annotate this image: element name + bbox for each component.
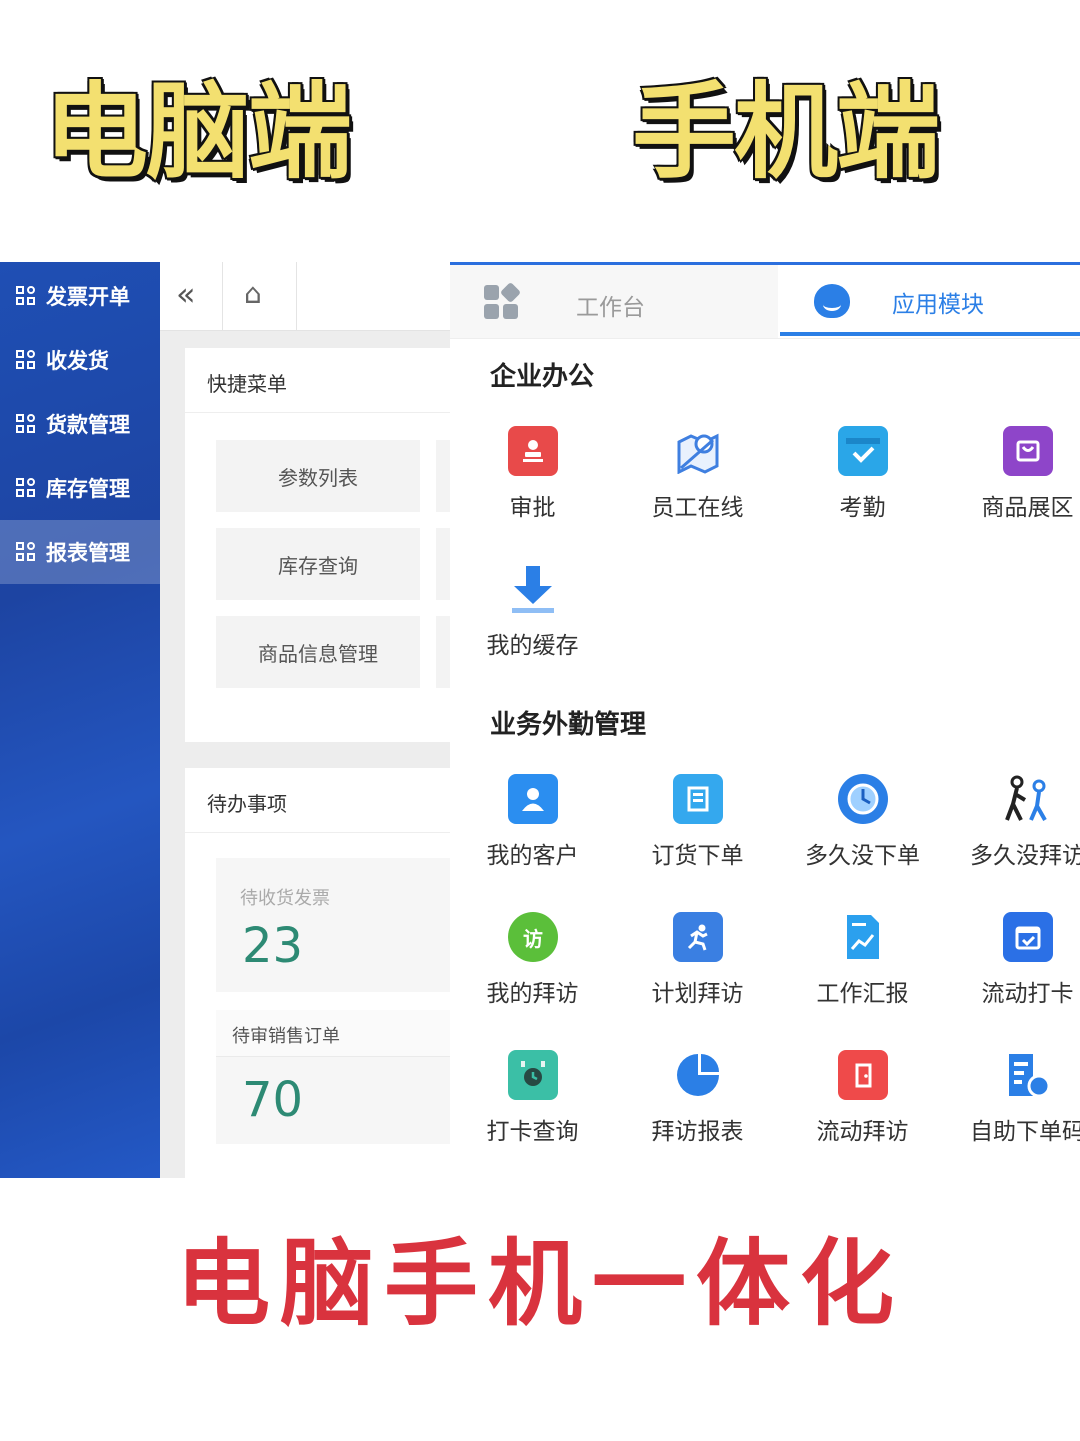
sidebar-item-payment[interactable]: 货款管理 [0, 392, 160, 456]
app-approval[interactable]: 审批 [450, 426, 615, 546]
mobile-screenshot: 工作台 应用模块 企业办公 审批 员工在线 考勤 商品展区 我的缓存 业务外勤管… [450, 262, 1080, 1178]
todo-count: 23 [242, 918, 304, 974]
home-icon[interactable]: ⌂ [244, 280, 262, 308]
runner-icon [673, 912, 723, 962]
app-product-showcase[interactable]: 商品展区 [945, 426, 1080, 546]
download-icon [508, 564, 558, 614]
stamp-icon [508, 426, 558, 476]
sidebar-item-label: 报表管理 [46, 541, 130, 565]
mobile-heading: 手机端 [632, 71, 940, 193]
quick-menu-button[interactable]: 商品信息管理 [216, 616, 420, 688]
todo-label: 待收货发票 [240, 888, 330, 909]
app-my-cache[interactable]: 我的缓存 [450, 564, 615, 684]
app-self-order-code[interactable]: 自助下单码 [945, 1050, 1080, 1170]
todo-count: 70 [242, 1072, 304, 1128]
sidebar-item-shipping[interactable]: 收发货 [0, 328, 160, 392]
order-doc-icon [673, 774, 723, 824]
sidebar-item-reports[interactable]: 报表管理 [0, 520, 160, 584]
calendar-check-icon [838, 426, 888, 476]
desktop-topbar: « ⌂ [160, 262, 450, 331]
tab-label: 工作台 [576, 295, 645, 321]
todo-label: 待审销售订单 [232, 1026, 340, 1047]
todo-item[interactable]: 待收货发票 23 [216, 858, 450, 992]
desktop-screenshot: 发票开单 收发货 货款管理 库存管理 报表管理 « ⌂ 快捷菜单 参数列表 库存… [0, 262, 450, 1178]
qr-order-icon [1003, 1050, 1053, 1100]
alarm-clock-icon [508, 1050, 558, 1100]
app-staff-online[interactable]: 员工在线 [615, 426, 780, 546]
sidebar-item-label: 发票开单 [46, 285, 130, 309]
calendar-checkin-icon [1003, 912, 1053, 962]
app-mobile-checkin[interactable]: 流动打卡 [945, 912, 1080, 1032]
sidebar-item-label: 货款管理 [46, 413, 130, 437]
todo-card: 待办事项 待收货发票 23 待审销售订单 70 [185, 768, 450, 1178]
card-title: 快捷菜单 [207, 372, 287, 396]
visit-badge-icon: 访 [508, 912, 558, 962]
double-chevron-left-icon[interactable]: « [176, 278, 196, 310]
quick-menu-card: 快捷菜单 参数列表 库存查询 商品信息管理 [185, 348, 450, 742]
tab-app-modules[interactable]: 应用模块 [892, 285, 984, 319]
section-title: 业务外勤管理 [490, 710, 647, 740]
app-no-visit-since[interactable]: 多久没拜访 [945, 774, 1080, 894]
card-title: 待办事项 [207, 792, 287, 816]
walking-people-icon [1003, 774, 1053, 824]
sidebar: 发票开单 收发货 货款管理 库存管理 报表管理 [0, 262, 160, 1178]
report-chart-icon [838, 912, 888, 962]
door-icon [838, 1050, 888, 1100]
section-title: 企业办公 [490, 362, 595, 392]
pie-chart-icon [673, 1050, 723, 1100]
clock-icon [838, 774, 888, 824]
app-mobile-visit[interactable]: 流动拜访 [780, 1050, 945, 1170]
mobile-tab-bar: 工作台 应用模块 [450, 262, 1080, 339]
grid-icon [16, 478, 36, 498]
grid-icon [16, 414, 36, 434]
grid-icon [16, 542, 36, 562]
apps-icon[interactable] [814, 284, 850, 318]
app-work-report[interactable]: 工作汇报 [780, 912, 945, 1032]
shopping-bag-icon [1003, 426, 1053, 476]
customer-icon [508, 774, 558, 824]
app-my-customers[interactable]: 我的客户 [450, 774, 615, 894]
tab-workbench[interactable]: 工作台 [450, 265, 778, 338]
grid-icon [16, 350, 36, 370]
quick-menu-button[interactable]: 参数列表 [216, 440, 420, 512]
app-attendance[interactable]: 考勤 [780, 426, 945, 546]
app-visit-report[interactable]: 拜访报表 [615, 1050, 780, 1170]
sidebar-item-inventory[interactable]: 库存管理 [0, 456, 160, 520]
grid-icon [484, 281, 522, 321]
sidebar-item-label: 收发货 [46, 349, 109, 373]
quick-menu-button[interactable]: 库存查询 [216, 528, 420, 600]
slogan: 电脑手机一体化 [175, 1230, 904, 1339]
app-my-visits[interactable]: 访 我的拜访 [450, 912, 615, 1032]
map-pin-icon [673, 426, 723, 476]
sidebar-item-label: 库存管理 [46, 477, 130, 501]
app-no-order-since[interactable]: 多久没下单 [780, 774, 945, 894]
sidebar-item-invoice[interactable]: 发票开单 [0, 264, 160, 328]
app-checkin-query[interactable]: 打卡查询 [450, 1050, 615, 1170]
grid-icon [16, 286, 36, 306]
desktop-heading: 电脑端 [44, 71, 352, 193]
todo-item[interactable]: 待审销售订单 70 [216, 1010, 450, 1144]
app-place-order[interactable]: 订货下单 [615, 774, 780, 894]
app-planned-visits[interactable]: 计划拜访 [615, 912, 780, 1032]
